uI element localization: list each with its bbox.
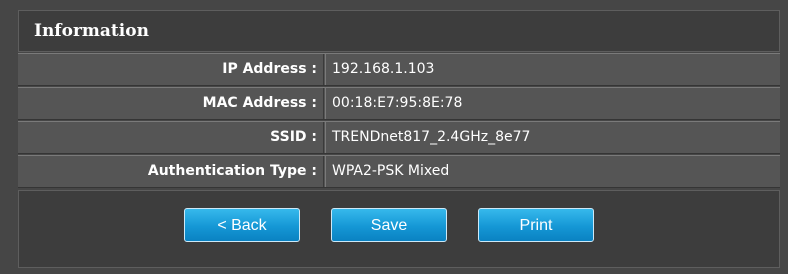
mac-address-value: 00:18:E7:95:8E:78: [325, 88, 462, 119]
info-row-ip-address: IP Address : 192.168.1.103: [18, 53, 780, 86]
information-panel: Information IP Address : 192.168.1.103 M…: [0, 0, 788, 274]
authentication-type-value: WPA2-PSK Mixed: [325, 156, 449, 187]
ssid-label: SSID :: [18, 122, 324, 153]
ip-address-label: IP Address :: [18, 54, 324, 85]
save-button[interactable]: Save: [331, 208, 447, 242]
info-row-authentication-type: Authentication Type : WPA2-PSK Mixed: [18, 155, 780, 188]
section-header: Information: [18, 10, 780, 52]
print-button[interactable]: Print: [478, 208, 594, 242]
back-button[interactable]: < Back: [184, 208, 300, 242]
info-row-ssid: SSID : TRENDnet817_2.4GHz_8e77: [18, 121, 780, 154]
ip-address-value: 192.168.1.103: [325, 54, 434, 85]
mac-address-label: MAC Address :: [18, 88, 324, 119]
ssid-value: TRENDnet817_2.4GHz_8e77: [325, 122, 530, 153]
section-title: Information: [34, 21, 149, 41]
authentication-type-label: Authentication Type :: [18, 156, 324, 187]
button-bar: < Back Save Print: [18, 190, 780, 268]
info-row-mac-address: MAC Address : 00:18:E7:95:8E:78: [18, 87, 780, 120]
